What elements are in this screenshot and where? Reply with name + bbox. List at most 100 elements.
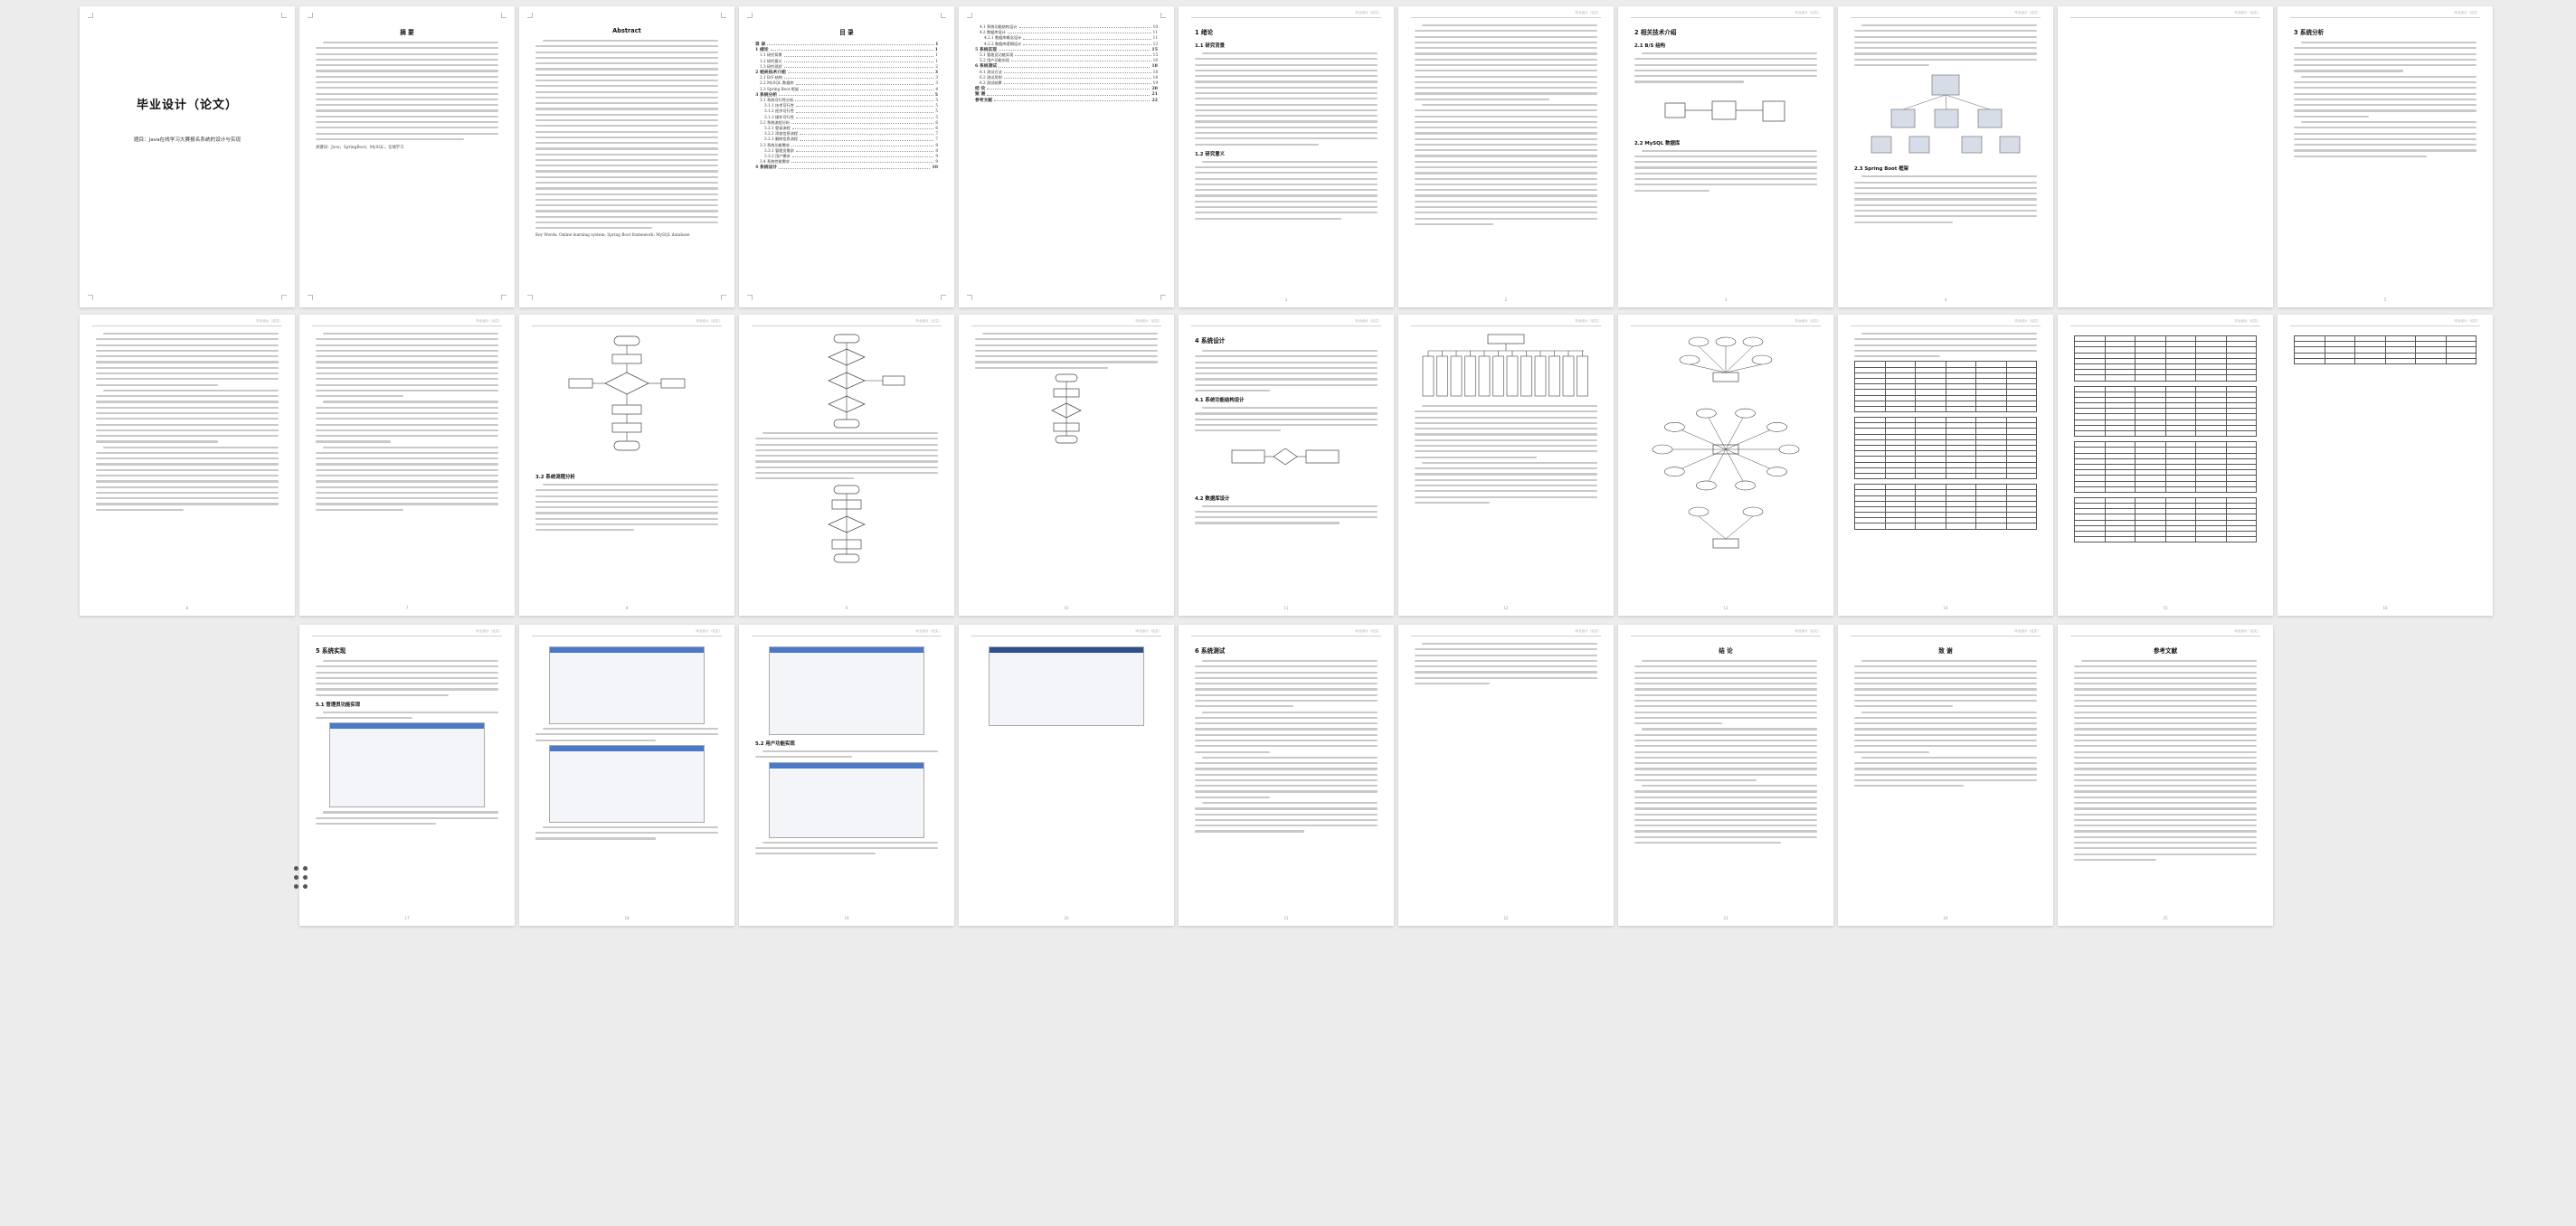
body-text	[1195, 350, 1378, 392]
chapter-heading: 6 系统测试	[1195, 647, 1226, 655]
page-login-flow[interactable]: 毕业设计（论文） 3.2 系统流程分析 8	[519, 315, 734, 616]
page-toc-1[interactable]: 目 录 目 录I1 绪论 1 1.1 研究背景 1 1.2 研究意义 1 1.3 研究现状 2…	[739, 6, 954, 307]
references-title: 参考文献	[2153, 647, 2178, 655]
function-module-box	[1520, 355, 1532, 397]
body-text	[1634, 728, 1817, 782]
body-text	[2294, 75, 2477, 118]
data-table	[2074, 441, 2257, 493]
toc-title: 目 录	[839, 29, 854, 36]
abstract-cn-title: 摘 要	[400, 29, 414, 36]
section-heading: 4.2 数据库设计	[1195, 495, 1230, 502]
add-info-flowchart	[828, 334, 905, 429]
function-module-box	[1422, 355, 1435, 397]
er-diagram-3	[1688, 506, 1764, 549]
er-attribute	[1652, 444, 1673, 455]
body-text	[316, 811, 498, 825]
abstract-cn-body	[316, 42, 498, 140]
page-tables-3[interactable]: 毕业设计（论文） 16	[2278, 315, 2493, 616]
section-heading: 3.2 系统流程分析	[535, 475, 575, 480]
toc-entry[interactable]: 4 系统设计 10	[755, 165, 938, 170]
page-ch3[interactable]: 毕业设计（论文） 3 系统分析 5	[2278, 6, 2493, 307]
body-text	[316, 711, 498, 720]
section-heading: 2.2 MySQL 数据库	[1634, 140, 1681, 146]
page-ch2[interactable]: 毕业设计（论文） 2 相关技术介绍 2.1 B/S 结构 2.2 MySQL 数…	[1618, 6, 1833, 307]
page-toc-2[interactable]: 4.1 系统功能结构设计 10 4.2 数据库设计 11 4.2.1 数据库概念设计 11…	[959, 6, 1174, 307]
er-attribute	[1696, 480, 1717, 491]
er-diagram-1	[1679, 336, 1773, 382]
toc-list-1: 目 录I1 绪论 1 1.1 研究背景 1 1.2 研究意义 1 1.3 研究现状 2 2 相关…	[755, 42, 938, 171]
bs-architecture-figure	[1664, 100, 1785, 121]
page-references[interactable]: 毕业设计（论文） 参考文献 25	[2058, 625, 2273, 926]
body-text	[535, 484, 718, 532]
function-module-box	[1436, 355, 1448, 397]
body-text	[1415, 405, 1597, 458]
body-text	[1195, 407, 1378, 432]
page-r3-3[interactable]: 毕业设计（论文） 5.2 用户功能实现 19	[739, 625, 954, 926]
er-diagram-small	[1231, 448, 1340, 465]
page-ch2-cont[interactable]: 毕业设计（论文） 2.3 Spring Boot 框架 4	[1838, 6, 2053, 307]
body-text	[1854, 660, 2037, 708]
page-r3-6[interactable]: 毕业设计（论文） 22	[1398, 625, 1614, 926]
toc-entry[interactable]: 参考文献 22	[975, 98, 1158, 103]
page-r3-4[interactable]: 毕业设计（论文） 20	[959, 625, 1174, 926]
page-ch6[interactable]: 毕业设计（论文） 6 系统测试 21	[1179, 625, 1394, 926]
toc-list-2: 4.1 系统功能结构设计 10 4.2 数据库设计 11 4.2.1 数据库概念设计 11…	[975, 24, 1158, 103]
data-table	[2294, 335, 2477, 364]
body-text	[1195, 160, 1378, 220]
function-module-box	[1478, 355, 1491, 397]
section-heading: 1.2 研究意义	[1195, 151, 1225, 157]
page-abstract-cn[interactable]: 摘 要 关键词：Java；SpringBoot；MySQL；在线学习	[299, 6, 515, 307]
page-ch1[interactable]: 毕业设计（论文） 1 绪论 1.1 研究背景 1.2 研究意义 1	[1179, 6, 1394, 307]
page-ch4[interactable]: 毕业设计（论文） 4 系统设计 4.1 系统功能结构设计 4.2 数据库设计 1…	[1179, 315, 1394, 616]
data-table	[1854, 484, 2037, 530]
page-r2-5[interactable]: 毕业设计（论文） 10	[959, 315, 1174, 616]
page-tables-1[interactable]: 毕业设计（论文） 14	[1838, 315, 2053, 616]
body-text	[1634, 149, 1817, 192]
screenshot-user-page	[769, 761, 924, 838]
drag-handle-icon[interactable]	[294, 866, 312, 897]
chapter-heading: 5 系统实现	[316, 647, 346, 655]
body-text	[1195, 802, 1378, 833]
body-text	[1634, 52, 1817, 83]
chapter-heading: 3 系统分析	[2294, 29, 2325, 36]
page-ch1-cont[interactable]: 毕业设计（论文） 2	[1398, 6, 1614, 307]
abstract-en-keywords: Key Words: Online learning system; Sprin…	[535, 232, 690, 238]
page-add-flow[interactable]: 毕业设计（论文） 9	[739, 315, 954, 616]
page-abstract-en[interactable]: Abstract Key Words: Online learning syst…	[519, 6, 734, 307]
thanks-title: 致 谢	[1938, 647, 1953, 655]
body-text	[535, 728, 718, 741]
function-module-box	[1577, 355, 1588, 397]
body-text	[1634, 660, 1817, 725]
section-heading: 4.1 系统功能结构设计	[1195, 398, 1245, 404]
screenshot-management	[549, 646, 705, 724]
page-r2-2[interactable]: 毕业设计（论文） 7	[299, 315, 515, 616]
abstract-en-title: Abstract	[612, 27, 641, 34]
login-flowchart	[568, 335, 686, 451]
page-conclusion[interactable]: 毕业设计（论文） 结 论 23	[1618, 625, 1833, 926]
screenshot-list	[549, 744, 705, 823]
page-r3-2[interactable]: 毕业设计（论文） 18	[519, 625, 734, 926]
body-text	[1195, 711, 1378, 753]
conclusion-title: 结 论	[1719, 647, 1733, 655]
page-er-diagrams[interactable]: 毕业设计（论文） 13	[1618, 315, 1833, 616]
chapter-heading: 4 系统设计	[1195, 337, 1226, 344]
page-r2-1[interactable]: 毕业设计（论文） 6	[80, 315, 295, 616]
page-function-structure[interactable]: 毕业设计（论文） 12	[1398, 315, 1614, 616]
function-module-box	[1548, 355, 1560, 397]
body-text	[2294, 120, 2477, 157]
page-cover[interactable]: 毕业设计（论文） 题目：Java在线学习大赛报名系统的设计与实现	[80, 6, 295, 307]
body-text	[755, 841, 938, 855]
function-structure-diagram	[1422, 334, 1588, 397]
delete-info-flowchart	[828, 485, 866, 562]
section-heading: 1.1 研究背景	[1195, 43, 1225, 49]
body-text	[1415, 461, 1597, 504]
er-attribute	[1766, 467, 1787, 476]
page-ch5[interactable]: 毕业设计（论文） 5 系统实现 5.1 管理员功能实现 17	[299, 625, 515, 926]
body-text	[1854, 333, 2037, 358]
data-table	[2074, 385, 2257, 438]
page-blank[interactable]: 毕业设计（论文）	[2058, 6, 2273, 307]
page-tables-2[interactable]: 毕业设计（论文） 15	[2058, 315, 2273, 616]
chapter-heading: 2 相关技术介绍	[1634, 29, 1677, 36]
er-attribute	[1766, 422, 1787, 432]
page-thanks[interactable]: 毕业设计（论文） 致 谢 24	[1838, 625, 2053, 926]
